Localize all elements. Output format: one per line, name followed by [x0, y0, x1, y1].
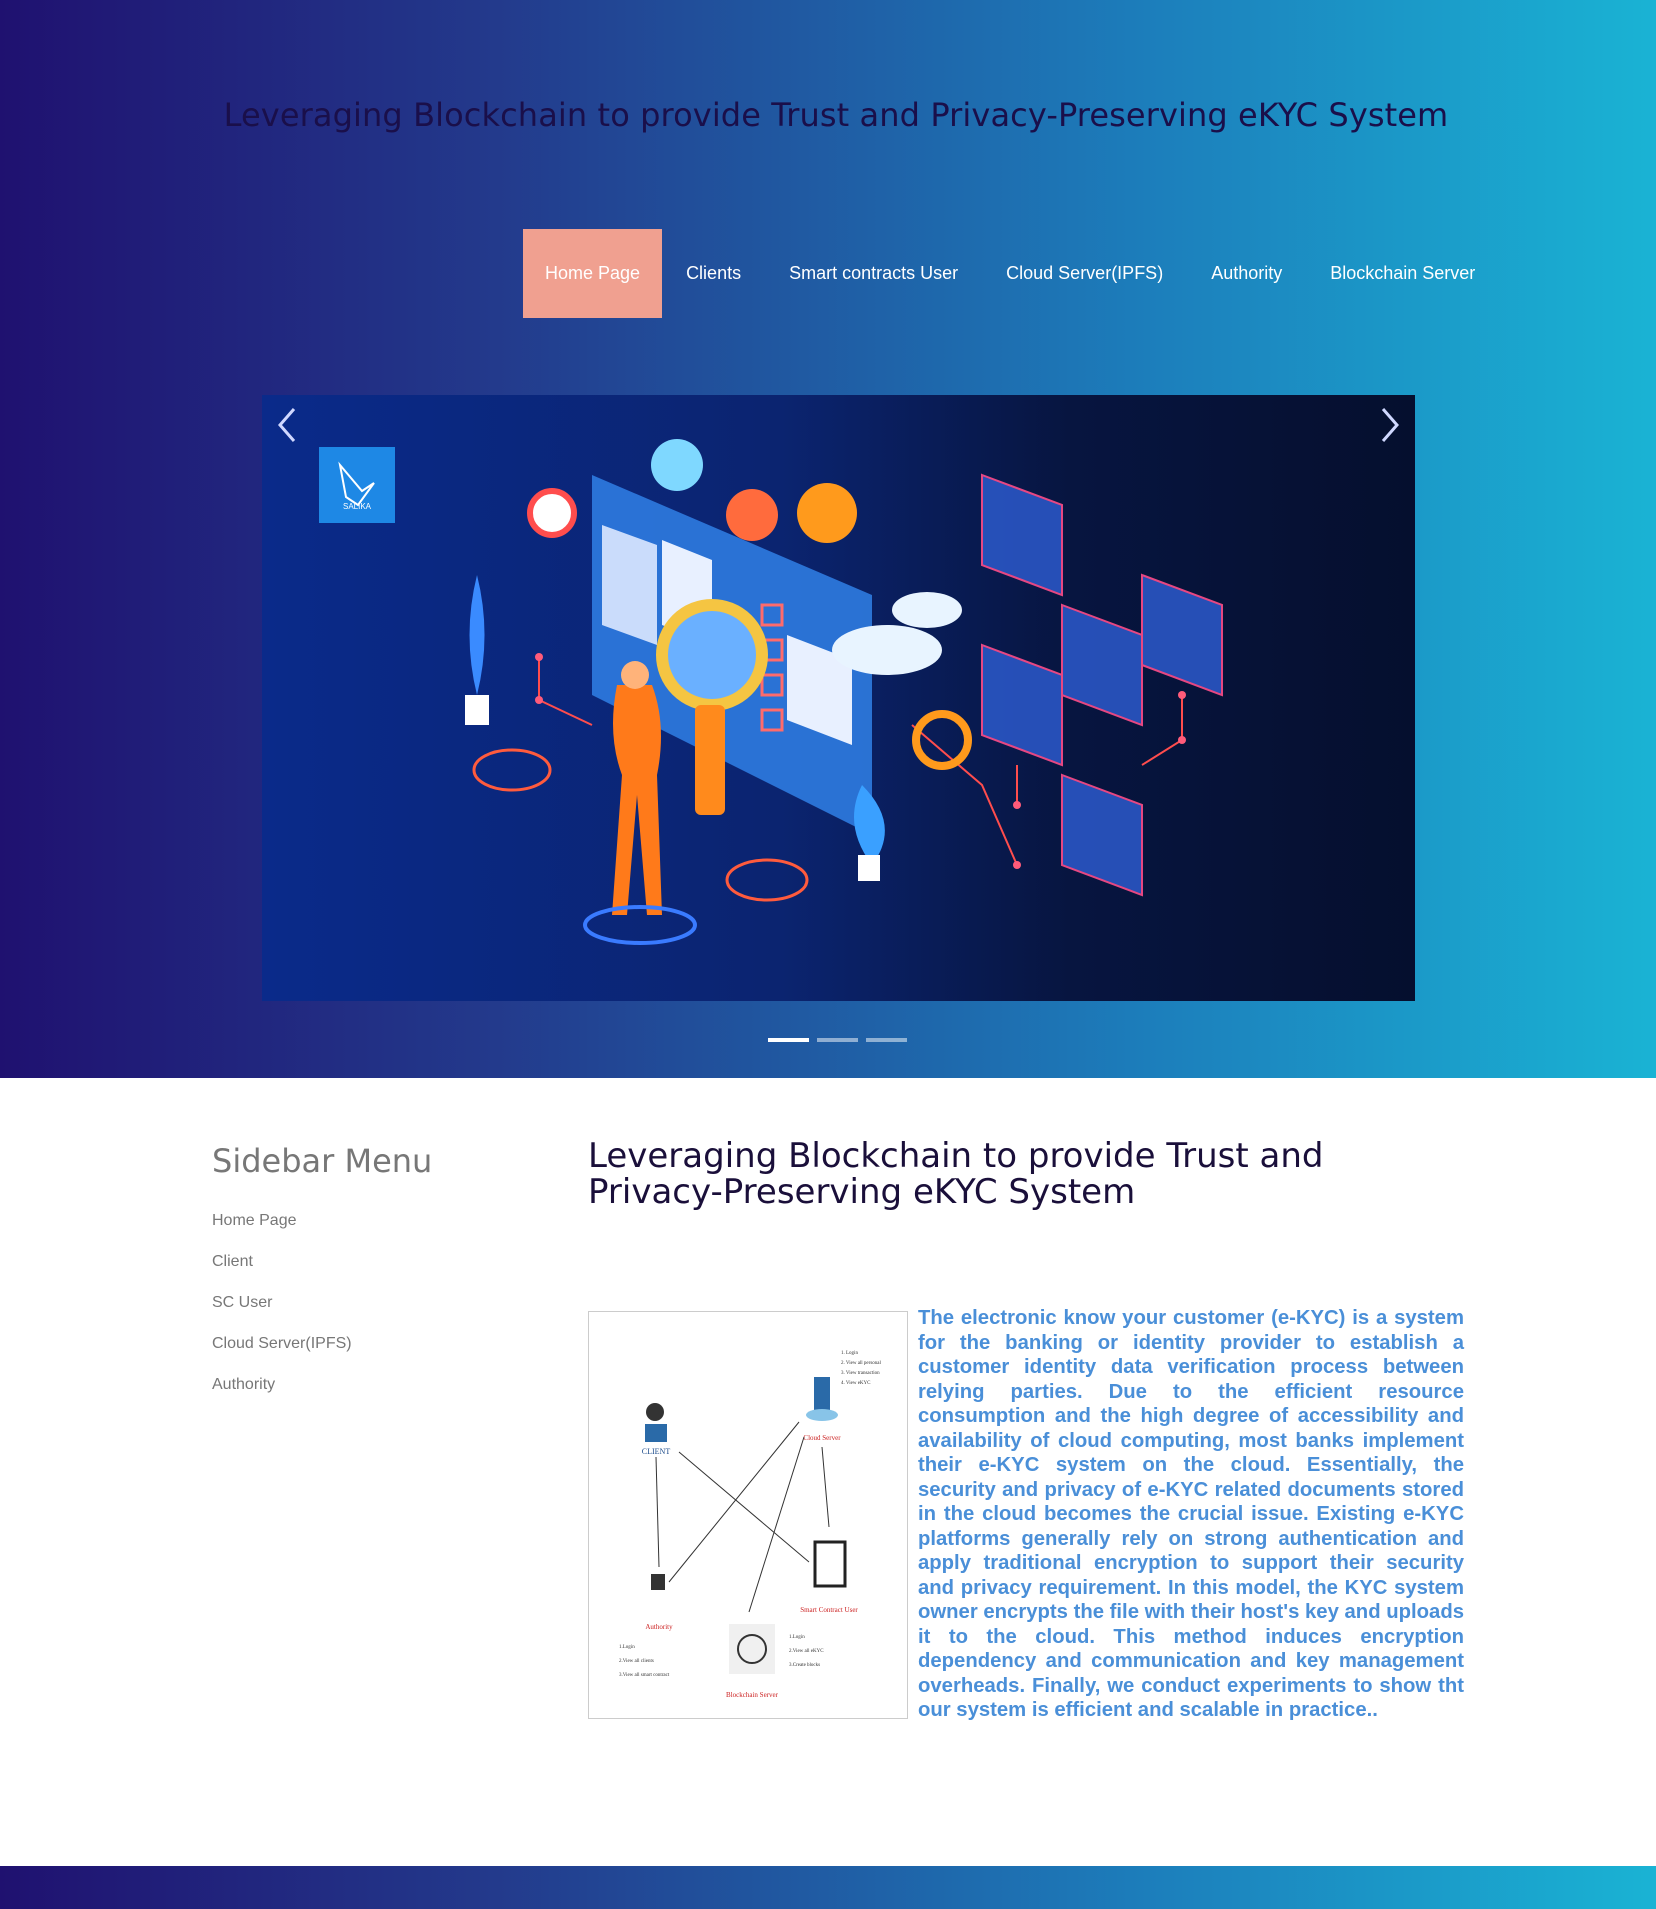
abstract-text: The electronic know your customer (e-KYC…: [918, 1307, 1464, 1721]
svg-text:Cloud Server: Cloud Server: [803, 1434, 841, 1442]
svg-text:1.Login: 1.Login: [619, 1645, 635, 1650]
carousel-dot-3[interactable]: [866, 1038, 907, 1042]
page-title: Leveraging Blockchain to provide Trust a…: [588, 1136, 1324, 1212]
nav-item-smart-contracts-user[interactable]: Smart contracts User: [765, 229, 982, 318]
carousel-next-arrow[interactable]: [1369, 395, 1409, 455]
svg-text:Smart Contract User: Smart Contract User: [800, 1606, 858, 1614]
svg-text:3.View all smart contract: 3.View all smart contract: [619, 1673, 670, 1678]
header-banner: Leveraging Blockchain to provide Trust a…: [0, 0, 1656, 1078]
logo-text: SALIKA: [343, 502, 372, 511]
cloud-server-node: Cloud Server: [803, 1377, 841, 1442]
svg-text:4. View eKYC: 4. View eKYC: [841, 1381, 871, 1386]
svg-text:3. View transaction: 3. View transaction: [841, 1371, 880, 1376]
main-nav: Home Page Clients Smart contracts User C…: [523, 229, 1499, 318]
svg-text:1. Login: 1. Login: [841, 1351, 858, 1356]
svg-text:2.View all eKYC: 2.View all eKYC: [789, 1649, 824, 1654]
svg-text:Blockchain Server: Blockchain Server: [726, 1691, 779, 1699]
image-carousel: SALIKA: [262, 395, 1415, 1001]
salika-logo: SALIKA: [319, 447, 395, 523]
ekyc-illustration: SALIKA: [319, 439, 1223, 945]
carousel-dot-1[interactable]: [768, 1038, 809, 1042]
carousel-prev-arrow[interactable]: [268, 395, 308, 455]
nav-item-blockchain-server[interactable]: Blockchain Server: [1306, 229, 1499, 318]
svg-text:2. View all personal: 2. View all personal: [841, 1361, 881, 1366]
nav-item-home-page[interactable]: Home Page: [523, 229, 663, 318]
sidebar-menu: Home Page Client SC User Cloud Server(IP…: [212, 1212, 352, 1417]
architecture-figure: CLIENT Cloud Server Smart Contract User …: [588, 1311, 908, 1719]
nav-item-clients[interactable]: Clients: [662, 229, 765, 318]
svg-text:1.Login: 1.Login: [789, 1635, 805, 1640]
authority-node: Authority: [645, 1574, 673, 1631]
sidebar-link-home-page[interactable]: Home Page: [212, 1212, 352, 1253]
sidebar-title: Sidebar Menu: [212, 1142, 433, 1180]
client-node: CLIENT: [642, 1403, 671, 1456]
architecture-diagram: CLIENT Cloud Server Smart Contract User …: [619, 1351, 881, 1699]
nav-item-cloud-server[interactable]: Cloud Server(IPFS): [982, 229, 1187, 318]
sidebar-link-client[interactable]: Client: [212, 1253, 352, 1294]
svg-text:Authority: Authority: [645, 1623, 673, 1631]
nav-item-authority[interactable]: Authority: [1187, 229, 1306, 318]
blockchain-server-node: Blockchain Server: [726, 1624, 779, 1699]
svg-text:3.Create blocks: 3.Create blocks: [789, 1663, 820, 1668]
site-title: Leveraging Blockchain to provide Trust a…: [223, 96, 1449, 134]
sidebar-link-cloud-server[interactable]: Cloud Server(IPFS): [212, 1335, 352, 1376]
sidebar-link-authority[interactable]: Authority: [212, 1376, 352, 1417]
svg-text:2.View all clients: 2.View all clients: [619, 1659, 654, 1664]
carousel-dot-2[interactable]: [817, 1038, 858, 1042]
svg-text:CLIENT: CLIENT: [642, 1447, 671, 1456]
smart-contract-user-node: Smart Contract User: [800, 1540, 858, 1614]
sidebar-link-sc-user[interactable]: SC User: [212, 1294, 352, 1335]
carousel-indicators: [768, 1038, 907, 1042]
footer-bar: [0, 1866, 1656, 1909]
